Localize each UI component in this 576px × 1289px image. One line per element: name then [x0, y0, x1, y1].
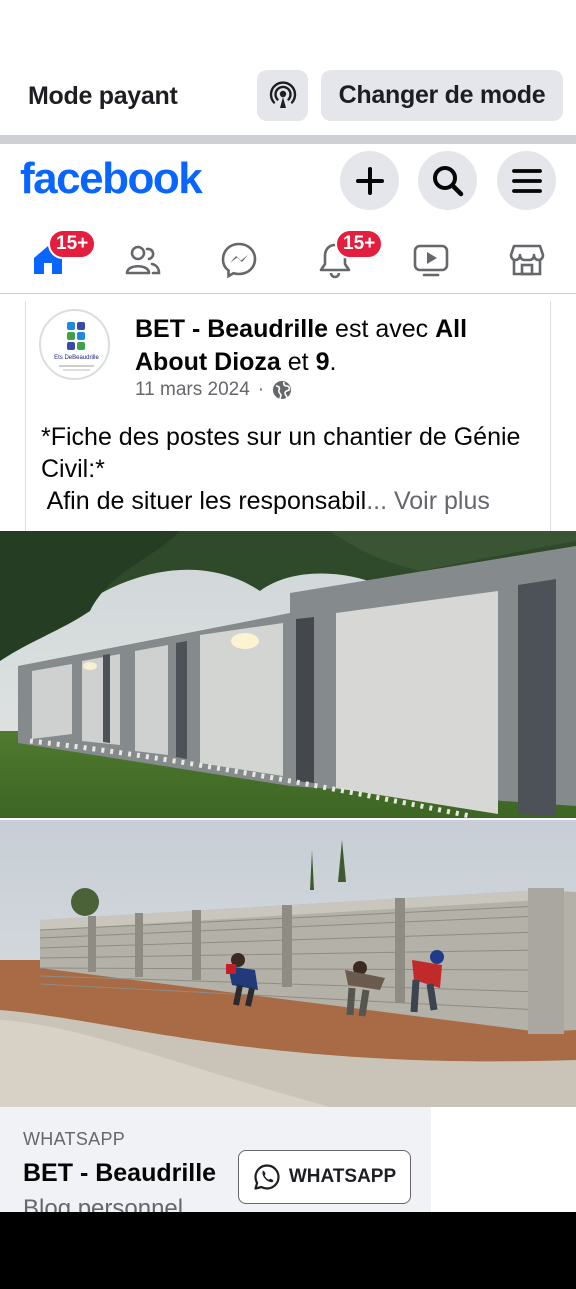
cta-title: BET - Beaudrille: [23, 1159, 217, 1187]
author-avatar[interactable]: Ets DeBeaudrille: [39, 309, 110, 380]
post-date[interactable]: 11 mars 2024: [135, 379, 250, 401]
whatsapp-cta-card[interactable]: WHATSAPP BET - Beaudrille Blog personnel…: [0, 1107, 431, 1212]
post-text-line2: Afin de situer les responsabil: [41, 487, 367, 515]
whatsapp-icon: [254, 1164, 280, 1190]
meta-separator: ·: [257, 379, 265, 400]
friends-icon: [125, 245, 161, 275]
avatar-caption: Ets DeBeaudrille: [54, 355, 99, 361]
post-body: *Fiche des postes sur un chantier de Gén…: [41, 421, 541, 517]
tab-messenger[interactable]: [209, 232, 269, 288]
post-meta: 11 mars 2024 ·: [135, 379, 292, 401]
mode-bar: Mode payant Changer de mode: [0, 68, 576, 124]
create-button[interactable]: [340, 151, 399, 210]
with-text: est avec: [328, 315, 436, 343]
tab-video[interactable]: [401, 232, 461, 288]
facebook-logo[interactable]: facebook: [20, 154, 203, 204]
messenger-icon: [221, 242, 257, 279]
plus-icon: [355, 166, 384, 195]
screen: Mode payant Changer de mode facebook 15+…: [0, 0, 576, 1212]
and-text: et: [280, 348, 316, 376]
post-header: BET - Beaudrille est avec All About Dioz…: [135, 313, 535, 379]
see-more-link[interactable]: ... Voir plus: [366, 487, 490, 515]
search-button[interactable]: [418, 151, 477, 210]
broadcast-icon: [269, 80, 296, 108]
video-icon: [413, 244, 449, 277]
switch-mode-button[interactable]: Changer de mode: [321, 70, 563, 121]
others-link[interactable]: 9: [316, 348, 330, 376]
section-divider: [0, 135, 576, 144]
marketplace-icon: [509, 244, 545, 276]
mode-label: Mode payant: [28, 82, 178, 110]
post-author-link[interactable]: BET - Beaudrille: [135, 315, 328, 343]
home-badge: 15+: [48, 229, 97, 259]
period-text: .: [329, 348, 337, 376]
cta-subtitle: Blog personnel: [23, 1195, 184, 1212]
globe-icon: [273, 381, 292, 400]
post-photo-construction[interactable]: [0, 820, 576, 1107]
broadcast-button[interactable]: [257, 70, 308, 121]
tab-friends[interactable]: [113, 232, 173, 288]
search-icon: [432, 165, 463, 196]
cta-source: WHATSAPP: [23, 1129, 126, 1149]
whatsapp-button-label: WHATSAPP: [288, 1166, 397, 1187]
tab-marketplace[interactable]: [497, 232, 557, 288]
tab-bar: 15+ 15+: [0, 226, 576, 294]
post-photo-finished-wall[interactable]: [0, 531, 576, 818]
notifications-badge: 15+: [335, 229, 384, 259]
whatsapp-button[interactable]: WHATSAPP: [238, 1150, 411, 1204]
post-text-line1: *Fiche des postes sur un chantier de Gén…: [41, 423, 521, 483]
menu-icon: [511, 168, 542, 193]
menu-button[interactable]: [497, 151, 556, 210]
